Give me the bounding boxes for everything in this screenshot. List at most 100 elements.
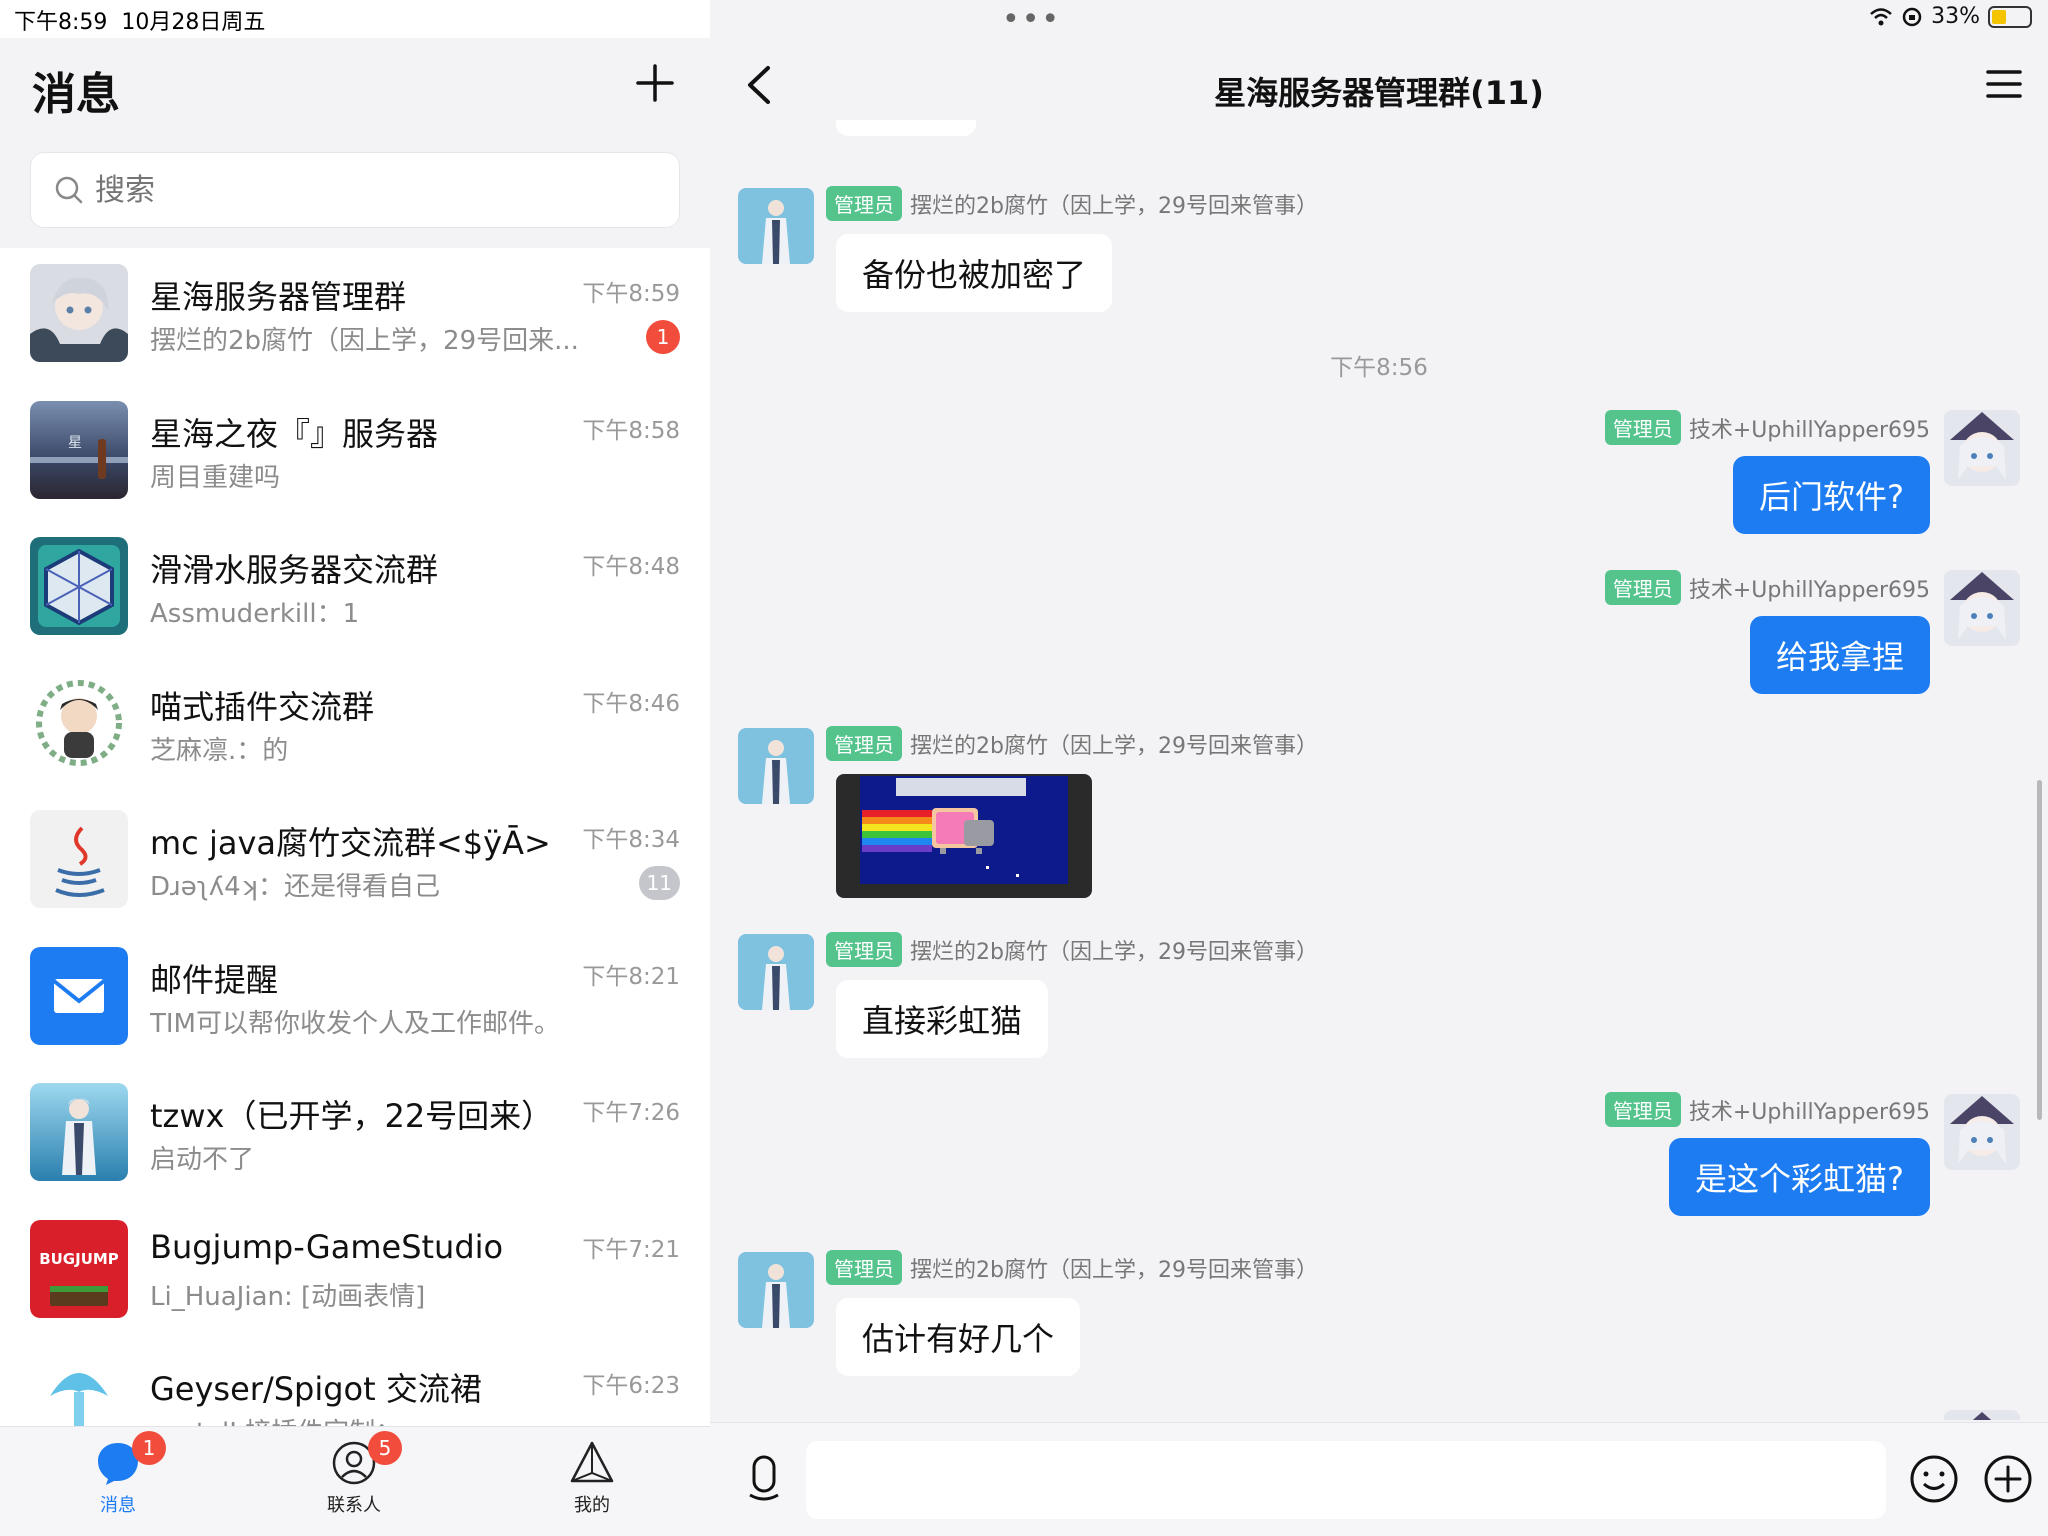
add-button[interactable]: [630, 58, 680, 108]
microphone-icon: [749, 1455, 779, 1501]
avatar[interactable]: [738, 728, 814, 804]
tab-label: 我的: [574, 1495, 610, 1516]
conversation-time: 下午7:21: [582, 1236, 680, 1263]
conversation-list: 星海服务器管理群 下午8:59 摆烂的2b腐竹（因上学，29号回来... 1 星…: [0, 248, 710, 1426]
conversation-name: mc java腐竹交流群<$ÿĀ>: [150, 824, 551, 862]
conversation-preview: 周目重建吗: [150, 462, 281, 493]
message-bubble[interactable]: 备份也被加密了: [836, 234, 1113, 312]
smile-icon: [1910, 1455, 1958, 1503]
conversation-item[interactable]: tzwx（已开学，22号回来） 下午7:26 启动不了: [0, 1067, 710, 1204]
avatar: 星: [30, 400, 128, 499]
avatar[interactable]: [738, 1252, 814, 1328]
conversation-item[interactable]: 喵式插件交流群 下午8:46 芝麻凛.：的: [0, 658, 710, 795]
svg-text:星: 星: [68, 435, 82, 451]
avatar[interactable]: [738, 188, 814, 264]
message-bubble[interactable]: 给我拿捏: [1749, 616, 1930, 694]
avatar[interactable]: [1944, 410, 2020, 486]
chat-panel: 星海服务器管理群(11) 管理员 摆烂的2b腐竹（因上学，29号回来管事） 备份…: [710, 0, 2048, 1536]
tab-contacts[interactable]: 5 联系人: [294, 1431, 414, 1517]
avatar: [30, 264, 128, 362]
conversation-item[interactable]: Geyser/Spigot 交流裙 下午6:23 nostalI 接插件定制：: [0, 1340, 710, 1426]
wifi-icon: [1870, 7, 1892, 25]
avatar[interactable]: [1944, 1410, 2020, 1420]
avatar[interactable]: [738, 934, 814, 1010]
conversation-name: tzwx（已开学，22号回来）: [150, 1097, 554, 1135]
status-clock: 下午8:59: [14, 10, 108, 35]
message-bubble[interactable]: 估计有好几个: [836, 1298, 1081, 1376]
conversation-item[interactable]: 星 星海之夜『』服务器 下午8:58 周目重建吗: [0, 385, 710, 522]
conversation-item[interactable]: BUGJUMP Bugjump-GameStudio 下午7:21 Li_Hua…: [0, 1204, 710, 1341]
conversation-name: 邮件提醒: [150, 960, 279, 999]
status-bar: 下午8:59 10月28日周五 ••• 33%: [0, 0, 2048, 38]
avatar: [30, 1356, 128, 1426]
admin-tag: 管理员: [826, 726, 902, 761]
conversation-preview: 摆烂的2b腐竹（因上学，29号回来...: [150, 326, 579, 356]
emoji-button[interactable]: [1906, 1451, 1962, 1507]
message-bubble-partial: [836, 120, 976, 136]
sender-name: 摆烂的2b腐竹（因上学，29号回来管事）: [910, 193, 1318, 219]
search-input[interactable]: [95, 172, 655, 208]
tab-messages[interactable]: 1 消息: [58, 1431, 178, 1517]
conversation-time: 下午8:59: [582, 281, 680, 307]
message-icon: 1: [94, 1431, 166, 1487]
menu-button[interactable]: [1984, 64, 2024, 104]
sender-name: 技术+UphillYapper695: [1688, 417, 1930, 443]
conversation-name: Bugjump-GameStudio: [150, 1227, 504, 1266]
conversation-item[interactable]: 星海服务器管理群 下午8:59 摆烂的2b腐竹（因上学，29号回来... 1: [0, 248, 710, 385]
status-right: 33%: [1869, 4, 2032, 29]
admin-tag: 管理员: [826, 932, 902, 967]
time-divider: 下午8:56: [1330, 355, 1428, 381]
tab-me[interactable]: 我的: [532, 1439, 652, 1517]
java-icon: [30, 810, 128, 908]
tab-badge: 1: [132, 1431, 166, 1465]
conversation-time: 下午8:58: [582, 417, 680, 444]
avatar[interactable]: [1944, 570, 2020, 646]
admin-tag: 管理员: [1604, 1092, 1681, 1127]
bugjump-logo-text: BUGJUMP: [39, 1250, 119, 1268]
conversation-time: 下午8:46: [582, 690, 680, 717]
conversation-item[interactable]: 邮件提醒 下午8:21 TIM可以帮你收发个人及工作邮件。: [0, 931, 710, 1068]
avatar[interactable]: [1944, 1094, 2020, 1170]
message-sender: 管理员 技术+UphillYapper695: [1604, 410, 1930, 445]
avatar: [30, 1083, 128, 1181]
conversation-item[interactable]: 滑滑水服务器交流群 下午8:48 Assmuderkill：1: [0, 521, 710, 658]
tab-label: 消息: [100, 1495, 136, 1516]
avatar: [30, 673, 128, 772]
message-sender: 管理员 摆烂的2b腐竹（因上学，29号回来管事）: [826, 726, 1318, 761]
search-box[interactable]: [30, 152, 680, 228]
conversation-preview: nostalI 接插件定制：: [150, 1412, 610, 1426]
message-input[interactable]: [806, 1441, 1886, 1519]
triangle-icon: [568, 1439, 616, 1487]
message-sender: 管理员 摆烂的2b腐竹（因上学，29号回来管事）: [826, 186, 1318, 221]
more-button[interactable]: [1980, 1451, 2036, 1507]
conversation-preview: Assmuderkill：1: [150, 599, 360, 629]
conversation-time: 下午8:48: [582, 554, 680, 580]
conversation-time: 下午8:21: [582, 963, 680, 990]
contacts-icon: 5: [330, 1431, 402, 1487]
avatar: [30, 537, 128, 635]
multitask-dots[interactable]: •••: [1002, 2, 1061, 37]
tab-badge: 5: [368, 1431, 402, 1465]
message-bubble[interactable]: 直接彩虹猫: [836, 980, 1049, 1058]
sender-name: 摆烂的2b腐竹（因上学，29号回来管事）: [910, 1257, 1318, 1283]
conversation-item[interactable]: mc java腐竹交流群<$ÿĀ> 下午8:34 Dɹǝʅʎ4ʞ：还是得看自己 …: [0, 794, 710, 931]
voice-button[interactable]: [736, 1451, 792, 1507]
admin-tag: 管理员: [1604, 570, 1681, 605]
conversation-preview: TIM可以帮你收发个人及工作邮件。: [150, 1008, 560, 1039]
bugjump-logo: BUGJUMP: [30, 1219, 128, 1318]
tab-bar: 1 消息 5 联系人 我的: [0, 1426, 710, 1536]
image-message[interactable]: [836, 774, 1092, 898]
conversation-name: 喵式插件交流群: [150, 687, 375, 726]
conversation-preview: 启动不了: [150, 1145, 255, 1175]
sender-name: 技术+UphillYapper695: [1688, 1099, 1930, 1125]
scrollbar[interactable]: [2037, 780, 2042, 1120]
nyan-cat-image: [860, 776, 1068, 884]
conversation-name: 滑滑水服务器交流群: [150, 551, 439, 589]
conversation-panel: 消息 星海服务器管理群 下午8:59 摆烂的2b腐竹（因上学，29号回来... …: [0, 0, 710, 1536]
unread-badge: 1: [646, 320, 680, 354]
hamburger-icon: [1986, 70, 2022, 98]
orientation-lock-icon: [1902, 7, 1922, 26]
message-bubble[interactable]: 后门软件?: [1733, 456, 1930, 534]
message-bubble[interactable]: 是这个彩虹猫?: [1669, 1138, 1930, 1216]
search-icon: [55, 176, 83, 204]
